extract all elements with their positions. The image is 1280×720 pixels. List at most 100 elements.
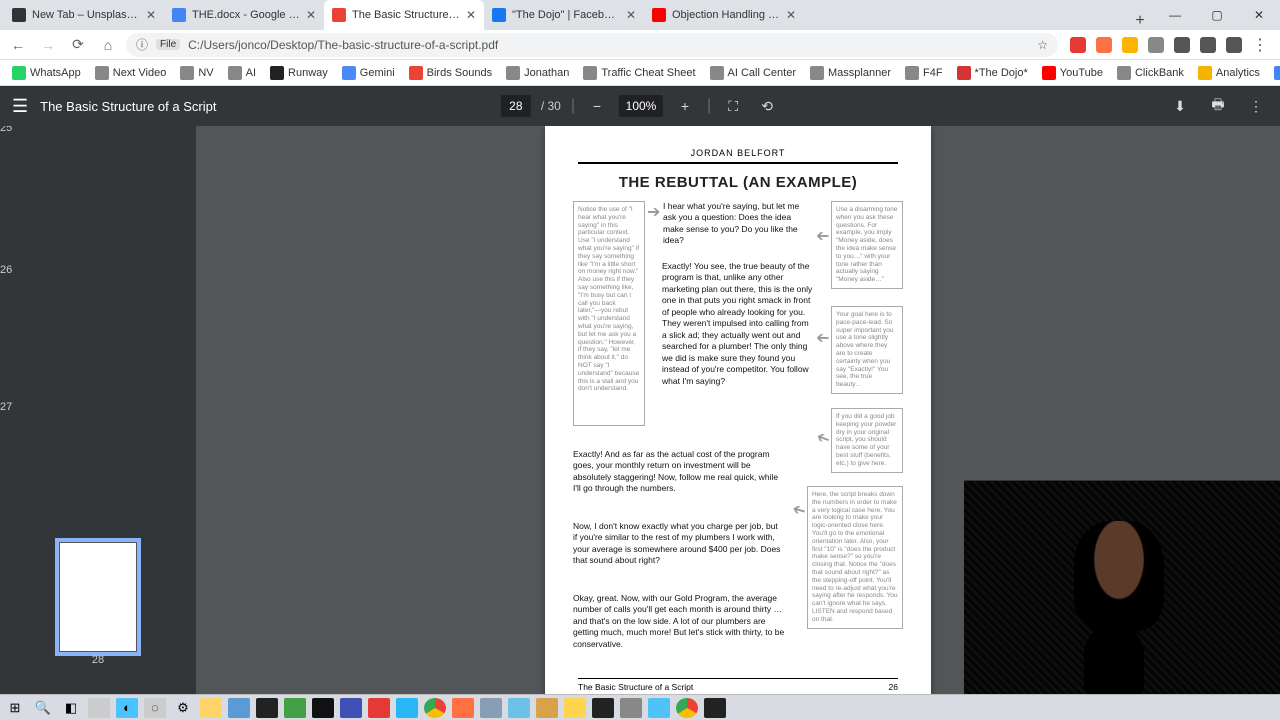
bookmark-item[interactable]: AI Call Center [704,64,802,82]
downloads-icon[interactable] [1200,37,1216,53]
chrome-icon[interactable] [424,698,446,718]
taskbar-app[interactable] [340,698,362,718]
bookmark-favicon [1274,66,1280,80]
taskbar-app[interactable] [648,698,670,718]
bookmark-item[interactable]: Jonathan [500,64,575,82]
maximize-button[interactable]: ▢ [1196,0,1238,30]
pdf-more-icon[interactable]: ⋮ [1244,94,1268,118]
margin-note-right-1: Use a disarming tone when you ask these … [831,201,903,289]
close-tab-icon[interactable]: ✕ [626,8,636,22]
bookmark-item[interactable]: Traffic Cheat Sheet [577,64,701,82]
print-button[interactable]: 🖶 [1206,94,1230,118]
taskbar-app[interactable] [312,698,334,718]
search-icon[interactable]: 🔍 [32,698,54,718]
bookmark-item[interactable]: Massplanner [804,64,897,82]
bookmark-item[interactable]: Next Video [89,64,173,82]
taskbar-app[interactable] [368,698,390,718]
ext-icon[interactable] [1070,37,1086,53]
reload-button[interactable]: ⟳ [66,33,90,57]
taskbar-app[interactable] [396,698,418,718]
task-view-icon[interactable]: ◧ [60,698,82,718]
bookmark-item[interactable]: YouTube [1036,64,1109,82]
settings-icon[interactable]: ⚙ [172,698,194,718]
taskbar-app[interactable] [508,698,530,718]
zoom-out-button[interactable]: − [585,94,609,118]
taskbar-app[interactable] [452,698,474,718]
taskbar-app[interactable] [480,698,502,718]
bookmark-item[interactable]: Runway [264,64,334,82]
fit-page-button[interactable]: ⛶ [721,94,745,118]
bookmark-item[interactable]: Analytics [1192,64,1266,82]
profile-avatar[interactable] [1226,37,1242,53]
thumbnail-sidebar[interactable]: 252627 2829 [0,126,196,720]
zoom-in-button[interactable]: + [673,94,697,118]
close-tab-icon[interactable]: ✕ [306,8,316,22]
browser-tab[interactable]: New Tab – Unsplash Instant ✕ [4,0,164,30]
page-number-input[interactable] [501,95,531,117]
bookmark-item[interactable]: Gemini [336,64,401,82]
close-tab-icon[interactable]: ✕ [466,8,476,22]
taskbar-app[interactable] [256,698,278,718]
body-paragraph: Exactly! And as far as the actual cost o… [573,449,783,495]
bookmark-item[interactable]: WhatsApp [6,64,87,82]
bookmark-label: Birds Sounds [427,67,492,79]
chrome-icon[interactable] [676,698,698,718]
bookmark-favicon [1042,66,1056,80]
ext-icon[interactable] [1174,37,1190,53]
taskbar-app[interactable] [228,698,250,718]
taskbar-app[interactable] [704,698,726,718]
taskbar-app[interactable] [592,698,614,718]
file-explorer-icon[interactable] [200,698,222,718]
ext-icon[interactable] [1096,37,1112,53]
arrow-icon: ➔ [816,227,829,248]
bookmark-star-icon[interactable]: ☆ [1037,38,1048,52]
thumbnail-number: 26 [0,264,196,276]
close-tab-icon[interactable]: ✕ [786,8,796,22]
zoom-level[interactable]: 100% [619,95,663,117]
taskbar-app[interactable] [620,698,642,718]
bookmark-item[interactable]: *The Dojo* [951,64,1034,82]
pdf-toolbar: ☰ The Basic Structure of a Script / 30 |… [0,86,1280,126]
arrow-icon: ➔ [789,500,807,524]
bookmark-item[interactable]: F4F [899,64,949,82]
taskbar-app[interactable] [564,698,586,718]
ext-icon[interactable] [1122,37,1138,53]
browser-tab[interactable]: The Basic Structure of a Script ✕ [324,0,484,30]
home-button[interactable]: ⌂ [96,33,120,57]
body-paragraph: Now, I don't know exactly what you charg… [573,521,783,567]
download-button[interactable]: ⬇ [1168,94,1192,118]
taskbar-app[interactable] [536,698,558,718]
taskbar-app[interactable]: ◐ [116,698,138,718]
browser-tab[interactable]: "The Dojo" | Facebook ✕ [484,0,644,30]
bookmark-item[interactable]: AI [222,64,262,82]
bookmark-item[interactable]: Birds Sounds [403,64,498,82]
favicon-icon [652,8,666,22]
browser-tab[interactable]: Objection Handling & Closing ✕ [644,0,804,30]
taskbar-app[interactable] [284,698,306,718]
forward-button[interactable]: → [36,33,60,57]
thumbnail-page[interactable] [59,542,137,652]
bookmark-favicon [342,66,356,80]
close-window-button[interactable]: ✕ [1238,0,1280,30]
browser-titlebar: New Tab – Unsplash Instant ✕ THE.docx - … [0,0,1280,30]
browser-tab[interactable]: THE.docx - Google Docs ✕ [164,0,324,30]
bookmark-item[interactable]: My Activity [1268,64,1280,82]
taskbar-app[interactable]: ◌ [144,698,166,718]
new-tab-button[interactable]: + [1126,12,1154,30]
pdf-menu-icon[interactable]: ☰ [12,96,28,117]
chrome-menu-icon[interactable]: ⋮ [1252,37,1268,53]
ext-icon[interactable] [1148,37,1164,53]
margin-note-left: Notice the use of "I hear what you're sa… [573,201,645,426]
bookmark-item[interactable]: NV [174,64,219,82]
windows-taskbar[interactable]: ⊞ 🔍 ◧ ◐ ◌ ⚙ [0,694,1280,720]
bookmark-item[interactable]: ClickBank [1111,64,1190,82]
omnibox[interactable]: ⓘ File C:/Users/jonco/Desktop/The-basic-… [126,33,1058,57]
page-heading: THE REBUTTAL (AN EXAMPLE) [545,174,931,191]
minimize-button[interactable]: — [1154,0,1196,30]
close-tab-icon[interactable]: ✕ [146,8,156,22]
back-button[interactable]: ← [6,33,30,57]
site-info-icon[interactable]: ⓘ [136,36,148,53]
start-button[interactable]: ⊞ [4,698,26,718]
rotate-button[interactable]: ⟲ [755,94,779,118]
taskbar-app[interactable] [88,698,110,718]
